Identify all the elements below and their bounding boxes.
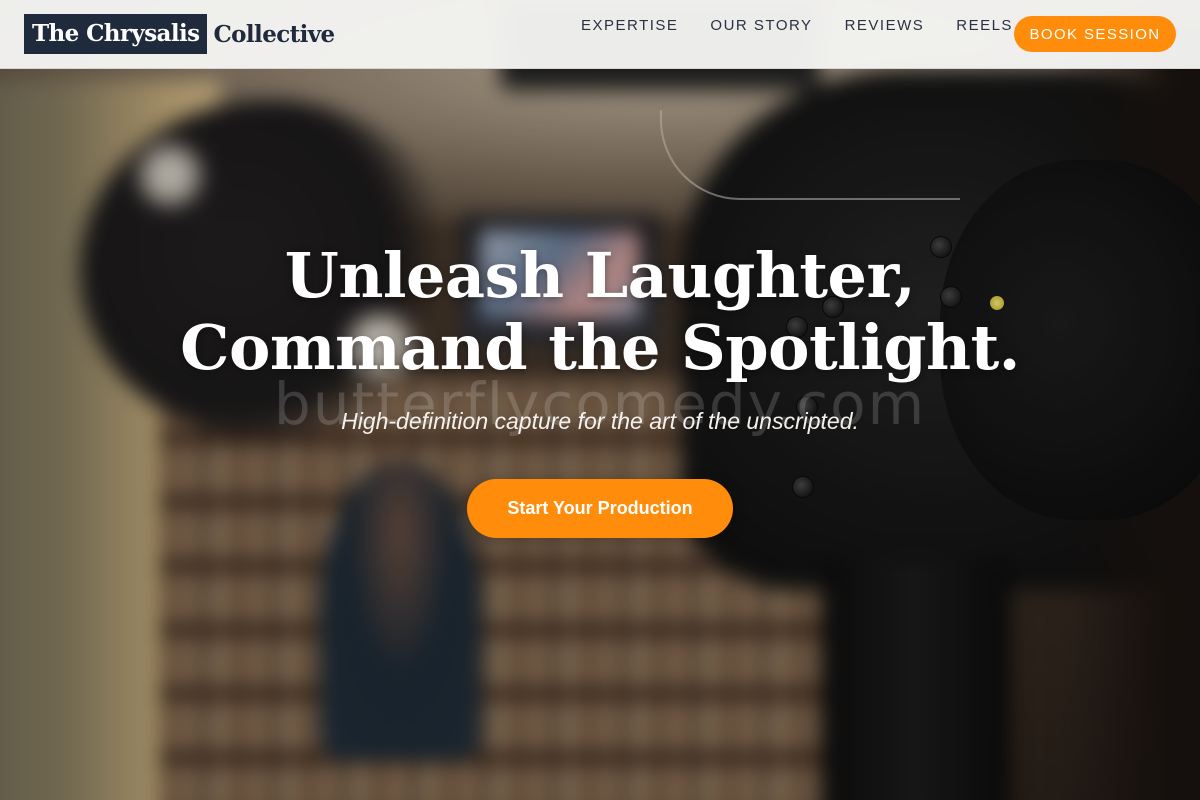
nav-link-reviews[interactable]: REVIEWS (829, 17, 941, 34)
brand-logo[interactable]: The Chrysalis Collective (24, 14, 335, 54)
book-session-button[interactable]: BOOK SESSION (1014, 16, 1176, 52)
hero-section: butterflycomedy.com Unleash Laughter, Co… (0, 240, 1200, 538)
top-navbar: The Chrysalis Collective EXPERTISE OUR S… (0, 0, 1200, 69)
hero-title-line-1: Unleash Laughter, (284, 239, 916, 312)
hero-title: Unleash Laughter, Command the Spotlight. (0, 240, 1200, 384)
logo-rest-text: Collective (213, 20, 335, 48)
start-production-button[interactable]: Start Your Production (467, 479, 733, 538)
logo-box-text: The Chrysalis (24, 14, 208, 54)
main-nav: EXPERTISE OUR STORY REVIEWS REELS (565, 17, 1029, 34)
nav-link-expertise[interactable]: EXPERTISE (565, 17, 694, 34)
hero-subtitle: High-definition capture for the art of t… (341, 408, 859, 434)
hero-title-line-2: Command the Spotlight. (180, 311, 1020, 384)
nav-link-our-story[interactable]: OUR STORY (694, 17, 828, 34)
